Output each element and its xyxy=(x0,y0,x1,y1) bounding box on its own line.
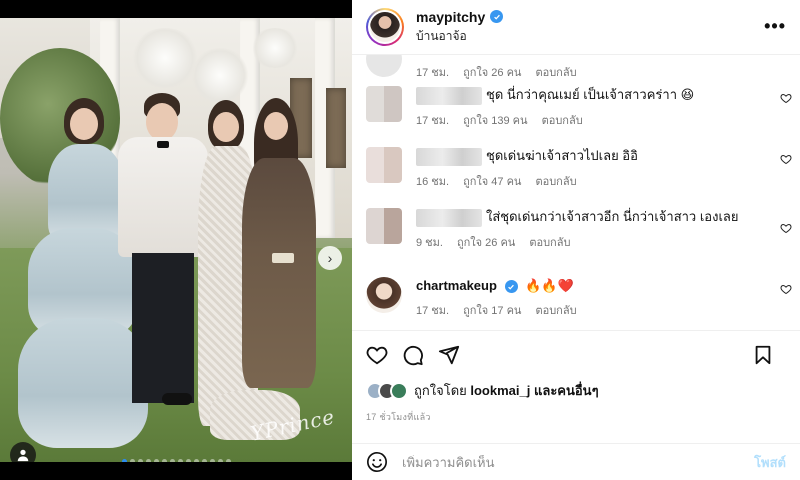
comment-like-icon[interactable] xyxy=(780,92,792,104)
carousel-dot xyxy=(161,458,167,462)
photo-window xyxy=(326,88,346,168)
carousel-dot xyxy=(137,458,143,462)
comment-avatar[interactable] xyxy=(366,277,402,313)
likes-summary: ถูกใจโดย lookmai_j และคนอื่นๆ xyxy=(366,380,599,401)
comment-avatar[interactable] xyxy=(366,55,402,77)
share-icon[interactable] xyxy=(438,344,460,366)
blurred-username xyxy=(416,86,482,105)
heart-icon[interactable] xyxy=(366,344,388,366)
carousel-dot xyxy=(121,458,127,462)
comment-likes[interactable]: ถูกใจ 17 คน xyxy=(463,301,521,319)
comment-item: chartmakeup 🔥🔥❤️ 17 ชม. ถูกใจ 17 คน ตอบก… xyxy=(352,277,800,319)
comment-item: ชุด นี่กว่าคุณเมย์ เป็นเจ้าสาวคร่าา 😆 17… xyxy=(352,86,800,129)
likes-suffix[interactable]: และคนอื่นๆ xyxy=(534,383,599,398)
photo-floral xyxy=(250,28,300,68)
carousel-dot xyxy=(153,458,159,462)
comment-reply[interactable]: ตอบกลับ xyxy=(535,301,576,319)
avatar[interactable] xyxy=(366,8,404,46)
carousel-dot xyxy=(129,458,135,462)
comment-text: ชุดเด่นฆ่าเจ้าสาวไปเลย อิอิ xyxy=(486,148,638,163)
comment-avatar[interactable] xyxy=(366,86,402,122)
emoji-icon[interactable] xyxy=(366,451,388,473)
comment-like-icon[interactable] xyxy=(780,283,792,295)
post-actions xyxy=(352,330,800,378)
comment-input[interactable] xyxy=(402,454,755,470)
comment-like-icon[interactable] xyxy=(780,222,792,234)
verified-icon xyxy=(490,10,504,23)
verified-icon xyxy=(504,280,518,294)
likes-prefix: ถูกใจโดย xyxy=(414,383,467,398)
carousel-dot xyxy=(217,458,223,462)
chevron-right-icon: › xyxy=(327,250,333,266)
blurred-username xyxy=(416,208,482,227)
likes-user[interactable]: lookmai_j xyxy=(470,383,530,398)
comment-reply[interactable]: ตอบกลับ xyxy=(535,172,576,190)
comment-text: 🔥🔥❤️ xyxy=(525,278,574,293)
post-comment-button[interactable]: โพสต์ xyxy=(754,452,786,473)
comment-item: ใส่ชุดเด่นกว่าเจ้าสาวอีก นี่กว่าเจ้าสาว … xyxy=(352,208,800,251)
post-photo[interactable]: YPrince › xyxy=(0,18,352,462)
add-comment-bar: โพสต์ xyxy=(352,443,800,480)
post-sidebar: maypitchy บ้านอาจ้อ ••• 17 ชม. ถูกใจ 26 … xyxy=(352,0,800,480)
comment-time: 9 ชม. xyxy=(416,236,443,249)
comment-reply[interactable]: ตอบกลับ xyxy=(535,63,576,81)
comment-reply[interactable]: ตอบกลับ xyxy=(542,111,583,129)
carousel-dot xyxy=(209,458,215,462)
carousel-dots xyxy=(0,456,352,462)
liker-avatar xyxy=(390,381,408,400)
carousel-dot xyxy=(169,458,175,462)
person-sheer-dress xyxy=(232,98,324,418)
comment-item: 17 ชม. ถูกใจ 26 คน ตอบกลับ xyxy=(352,55,800,81)
carousel-dot xyxy=(145,458,151,462)
comment-item: ชุดเด่นฆ่าเจ้าสาวไปเลย อิอิ 16 ชม. ถูกใจ… xyxy=(352,147,800,190)
comment-likes[interactable]: ถูกใจ 139 คน xyxy=(463,111,527,129)
comment-username[interactable]: chartmakeup xyxy=(416,278,497,293)
comment-time: 17 ชม. xyxy=(416,114,450,127)
carousel-next-button[interactable]: › xyxy=(318,246,342,270)
carousel-dot xyxy=(201,458,207,462)
comment-avatar[interactable] xyxy=(366,208,402,244)
comment-reply[interactable]: ตอบกลับ xyxy=(529,233,570,251)
carousel-dot xyxy=(177,458,183,462)
bookmark-icon[interactable] xyxy=(752,344,774,366)
carousel-dot xyxy=(225,458,231,462)
comment-likes[interactable]: ถูกใจ 26 คน xyxy=(463,63,521,81)
post-header: maypitchy บ้านอาจ้อ ••• xyxy=(352,0,800,55)
comments-list: 17 ชม. ถูกใจ 26 คน ตอบกลับ ชุด นี่กว่าคุ… xyxy=(352,55,800,330)
more-options-button[interactable]: ••• xyxy=(764,16,786,37)
comment-time: 16 ชม. xyxy=(416,175,450,188)
carousel-dot xyxy=(185,458,191,462)
comment-likes[interactable]: ถูกใจ 47 คน xyxy=(463,172,521,190)
comment-text: ใส่ชุดเด่นกว่าเจ้าสาวอีก นี่กว่าเจ้าสาว … xyxy=(486,209,739,224)
media-pane: YPrince › xyxy=(0,0,352,480)
post-username[interactable]: maypitchy xyxy=(416,9,485,25)
post-time-ago[interactable]: 17 ชั่วโมงที่แล้ว xyxy=(366,410,431,424)
comment-avatar[interactable] xyxy=(366,147,402,183)
comment-time: 17 ชม. xyxy=(416,67,450,79)
comment-text: ชุด นี่กว่าคุณเมย์ เป็นเจ้าสาวคร่าา 😆 xyxy=(486,87,695,102)
post-location[interactable]: บ้านอาจ้อ xyxy=(416,27,503,46)
blurred-username xyxy=(416,147,482,166)
comment-like-icon[interactable] xyxy=(780,153,792,165)
comment-likes[interactable]: ถูกใจ 26 คน xyxy=(457,233,515,251)
comment-icon[interactable] xyxy=(402,344,424,366)
carousel-dot xyxy=(193,458,199,462)
comment-time: 17 ชม. xyxy=(416,305,450,317)
